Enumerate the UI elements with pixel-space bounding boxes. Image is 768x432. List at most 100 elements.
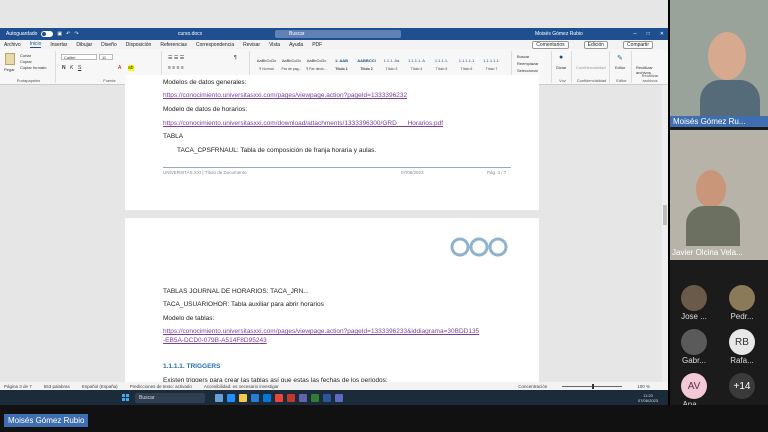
microphone-icon[interactable]: ● [559, 54, 563, 61]
search-box[interactable]: Buscar [275, 30, 401, 38]
autosave-toggle[interactable] [41, 31, 54, 37]
find-button[interactable]: Buscar [517, 54, 529, 59]
redo-icon[interactable]: ↷ [74, 31, 78, 37]
edge-icon[interactable] [227, 393, 235, 402]
save-icon[interactable]: ▣ [57, 31, 62, 37]
style-normal[interactable]: AaBbCcDc ¶ Normal [254, 55, 279, 75]
participant-thumb[interactable]: AV Ana ... [670, 373, 718, 409]
close-icon[interactable]: ✕ [660, 31, 664, 37]
chrome-icon[interactable] [275, 393, 283, 402]
tab-diseno[interactable]: Diseño [101, 42, 117, 48]
paste-label[interactable]: Pegar [4, 67, 15, 72]
editor-button[interactable]: Editor [615, 65, 625, 70]
taskbar-clock[interactable]: 11:20 07/06/2023 [638, 393, 658, 403]
style-par-pag[interactable]: AaBbCcDc Par de pag... [279, 55, 304, 75]
style-titulo-3[interactable]: 1.1.1. Aa Título 3 [379, 55, 404, 75]
page-count[interactable]: Página 3 de 7 [4, 384, 32, 389]
windows-start-icon[interactable] [122, 394, 129, 401]
undo-icon[interactable]: ↶ [66, 31, 70, 37]
paste-icon[interactable] [5, 53, 15, 65]
more-participants-button[interactable]: +14 [718, 373, 766, 399]
scrollbar-thumb[interactable] [663, 205, 667, 225]
participant-thumb[interactable]: Pedr... [718, 285, 766, 321]
zoom-level[interactable]: 100 % [637, 384, 650, 389]
tab-disposicion[interactable]: Disposición [126, 42, 152, 48]
app-icon[interactable] [287, 393, 295, 402]
link-general-models[interactable]: https://conocimiento.universitasxxi.com/… [163, 92, 407, 99]
font-name-select[interactable]: Calibri [61, 54, 97, 60]
app-icon-2[interactable] [335, 393, 343, 402]
account-name[interactable]: Moisés Gómez Rubio [535, 31, 583, 37]
style-titulo-7[interactable]: 1.1.1.1.1. Título 7 [479, 55, 504, 75]
tab-referencias[interactable]: Referencias [160, 42, 187, 48]
text-predictions[interactable]: Predicciones de texto: activado [130, 384, 192, 389]
accessibility-status[interactable]: Accesibilidad: es necesario investigar [204, 384, 279, 389]
style-preview: 1. AAB [335, 58, 348, 63]
word-icon[interactable] [323, 393, 331, 402]
font-color-icon[interactable]: A [118, 65, 121, 71]
tab-archivo[interactable]: Archivo [4, 42, 21, 48]
replace-button[interactable]: Reemplazar [517, 61, 539, 66]
format-painter-button[interactable]: Copiar formato [20, 65, 46, 70]
zoom-slider[interactable] [562, 383, 623, 389]
excel-icon[interactable] [311, 393, 319, 402]
bullets-icon[interactable]: ☰ ☰ ☰ [168, 55, 184, 61]
dictate-button[interactable]: Dictar [556, 65, 566, 70]
tab-revisar[interactable]: Revisar [243, 42, 260, 48]
style-titulo-2[interactable]: AABBCCI Título 2 [354, 55, 379, 75]
document-canvas[interactable]: Modelos de datos generales: https://cono… [0, 75, 668, 388]
tab-insertar[interactable]: Insertar [50, 42, 67, 48]
maximize-icon[interactable]: □ [647, 31, 650, 37]
task-view-icon[interactable] [215, 393, 223, 402]
pilcrow-icon[interactable]: ¶ [234, 55, 237, 61]
participant-avatar [681, 329, 707, 355]
style-par-decis[interactable]: AaBbCcDc ¶ Par decis... [304, 55, 329, 75]
font-size-select[interactable]: 11 [99, 54, 113, 60]
copy-button[interactable]: Copiar [20, 59, 32, 64]
share-button[interactable]: Compartir [623, 40, 653, 49]
word-count[interactable]: 553 palabras [44, 384, 70, 389]
link-horarios-pdf[interactable]: https://conocimiento.universitasxxi.com/… [163, 120, 443, 127]
tab-ayuda[interactable]: Ayuda [289, 42, 303, 48]
participant-video-2[interactable]: Javier Olcina Vela... [670, 130, 768, 260]
style-titulo-5[interactable]: 1.1.1.1. Título 5 [429, 55, 454, 75]
style-titulo-4[interactable]: 1.1.1.1. A Título 4 [404, 55, 429, 75]
language[interactable]: Español (España) [82, 384, 118, 389]
focus-mode[interactable]: Concentración [518, 384, 547, 389]
document-page-4[interactable]: TABLAS JOURNAL DE HORARIOS: TACA_JRN... … [125, 218, 539, 388]
participant-thumb[interactable]: Jose ... [670, 285, 718, 321]
bold-icon[interactable]: N [62, 65, 66, 71]
comments-button[interactable]: Comentarios [532, 40, 569, 49]
style-titulo-1[interactable]: 1. AAB Título 1 [329, 55, 354, 75]
select-button[interactable]: Seleccionar [517, 68, 538, 73]
tab-pdf[interactable]: PDF [312, 42, 322, 48]
document-page-3[interactable]: Modelos de datos generales: https://cono… [125, 75, 539, 210]
outlook-icon[interactable] [263, 393, 271, 402]
teams-icon[interactable] [299, 393, 307, 402]
participant-thumb-name: Pedr... [730, 312, 754, 321]
cut-button[interactable]: Cortar [20, 53, 31, 58]
vscode-icon[interactable] [251, 393, 259, 402]
tab-vista[interactable]: Vista [269, 42, 280, 48]
file-explorer-icon[interactable] [239, 393, 247, 402]
tab-inicio[interactable]: Inicio [29, 41, 42, 48]
link-table-model[interactable]: https://conocimiento.universitasxxi.com/… [163, 328, 479, 335]
participant-thumb[interactable]: RB Rafa... [718, 329, 766, 365]
taskbar-search[interactable]: Buscar [135, 392, 205, 403]
tab-correspondencia[interactable]: Correspondencia [196, 42, 234, 48]
link-table-model-cont[interactable]: -EB5A-DCD0-079B-A514F8D95243 [163, 337, 267, 344]
underline-icon[interactable]: S [78, 65, 81, 71]
sensitivity-button[interactable]: Confidencialidad [576, 65, 606, 70]
style-titulo-6[interactable]: 1.1.1.1.1 Título 6 [454, 55, 479, 75]
align-icons[interactable]: ≡ ≡ ≡ ≡ [168, 65, 184, 71]
more-participants-count: +14 [729, 373, 755, 399]
participant-thumb[interactable]: Gabr... [670, 329, 718, 365]
minimize-icon[interactable]: ─ [633, 31, 637, 37]
highlight-icon[interactable]: ab [128, 65, 134, 71]
vertical-scrollbar[interactable] [662, 85, 668, 382]
tab-dibujar[interactable]: Dibujar [76, 42, 92, 48]
participant-video-1[interactable]: Moisés Gómez Ru... [670, 0, 768, 127]
editing-button[interactable]: Edición [583, 40, 609, 49]
editor-icon[interactable]: ✎ [617, 54, 623, 62]
italic-icon[interactable]: K [70, 65, 73, 71]
